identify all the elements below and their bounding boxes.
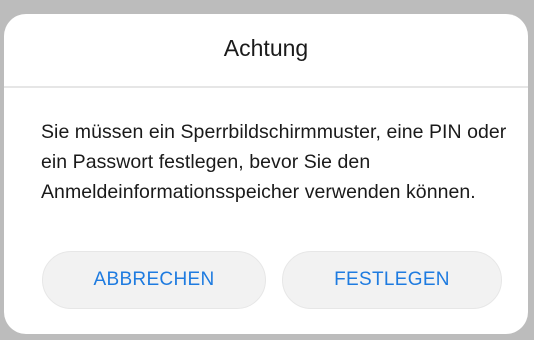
title-divider	[4, 86, 528, 88]
dialog-message: Sie müssen ein Sperrbildschirmmuster, ei…	[41, 121, 507, 203]
dialog-title: Achtung	[223, 35, 309, 61]
alert-dialog: Achtung Sie müssen ein Sperrbildschirmmu…	[4, 14, 528, 334]
cancel-button-label: ABBRECHEN	[93, 269, 215, 290]
set-lock-button[interactable]: FESTLEGEN	[282, 251, 502, 309]
set-lock-button-label: FESTLEGEN	[334, 269, 450, 290]
cancel-button[interactable]: ABBRECHEN	[42, 251, 266, 309]
